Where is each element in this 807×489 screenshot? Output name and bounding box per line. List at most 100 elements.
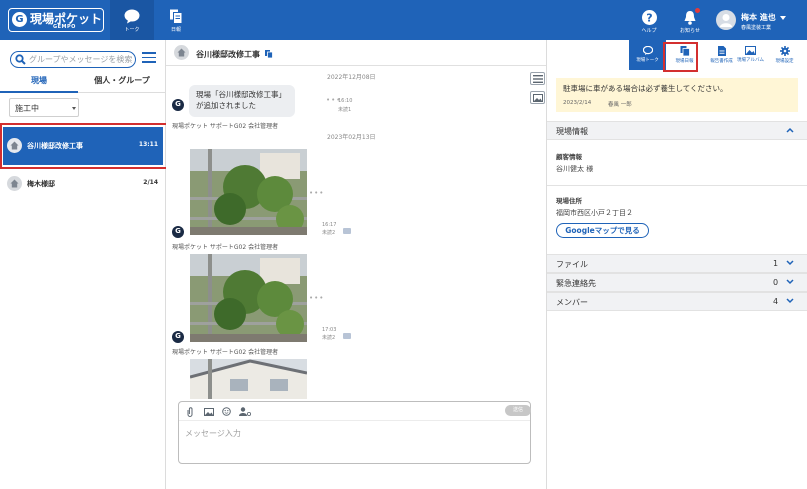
search-icon — [15, 54, 26, 65]
files-section[interactable]: ファイル 1 — [547, 254, 807, 273]
message-time: 17:03 — [322, 327, 337, 333]
emoji-icon[interactable] — [222, 407, 231, 416]
chevron-down-icon — [786, 298, 794, 304]
more-dots-icon[interactable]: ••• — [309, 294, 324, 302]
notification-badge — [695, 8, 700, 13]
room-name: 梅木様邸 — [27, 180, 55, 188]
sidebar-tabs: 現場 個人・グループ — [0, 75, 166, 93]
pinned-notice[interactable]: 駐車場に車がある場合は必ず養生してください。 2023/2/14 春風 一郎 — [556, 78, 798, 112]
section-title: 現場情報 — [556, 127, 588, 136]
chevron-down-icon — [72, 107, 76, 110]
date-divider: 2022年12月08日 — [327, 74, 376, 81]
document-icon — [717, 46, 726, 56]
svg-text:?: ? — [646, 12, 652, 25]
highlight-box-daily-report-tab — [663, 42, 698, 72]
chevron-down-icon — [786, 260, 794, 266]
tab-site-album[interactable]: 現場アルバム — [732, 40, 769, 70]
message-bubble[interactable]: 現場「谷川様邸改修工事」が追加されました — [189, 85, 295, 117]
tab-sites[interactable]: 現場 — [0, 75, 78, 93]
tab-site-settings[interactable]: 現場設定 — [766, 40, 803, 70]
user-company: 春風塗装工業 — [741, 25, 772, 31]
status-filter-select[interactable]: 施工中 — [9, 98, 79, 117]
send-button[interactable]: 送信 — [505, 405, 531, 416]
tab-personal-group[interactable]: 個人・グループ — [78, 75, 166, 93]
site-info-panel: 現場トーク 現場日報 報告書作成 現場アルバム 現場設定 駐車場に車がある場合は… — [546, 40, 807, 489]
room-sidebar: グループやメッセージを検索 現場 個人・グループ 施工中 谷川様邸改修工事 13… — [0, 40, 166, 489]
nav-daily-report-label: 日報 — [170, 27, 181, 33]
chat-bubble-icon — [124, 9, 140, 24]
tab-label: 現場アルバム — [737, 58, 764, 63]
photo-attachment[interactable] — [190, 149, 307, 235]
nav-talk-label: トーク — [124, 27, 140, 33]
photo-attachment[interactable] — [190, 254, 307, 342]
address-value: 福岡市西区小戸２丁目２ — [556, 209, 633, 217]
logo-subtitle: GEMPO — [53, 24, 76, 30]
message-composer: 送信 メッセージ入力 — [178, 401, 531, 464]
gempo-avatar-icon — [172, 226, 184, 238]
message-read-status: 未読2 — [322, 335, 336, 341]
help-label: ヘルプ — [641, 28, 657, 34]
section-count: 4 — [773, 297, 779, 306]
daily-report-icon[interactable] — [265, 50, 273, 58]
section-title: 緊急連絡先 — [556, 279, 596, 288]
mention-user-icon[interactable] — [239, 407, 251, 416]
notifications-button[interactable]: お知らせ — [676, 0, 704, 34]
chat-bubble-icon — [642, 46, 653, 55]
user-menu-caret-icon[interactable] — [780, 16, 786, 20]
house-photo-image — [190, 359, 307, 399]
chevron-down-icon — [786, 279, 794, 285]
divider — [547, 185, 807, 186]
message-input[interactable]: メッセージ入力 — [185, 428, 241, 439]
user-name[interactable]: 梅本 進也 — [741, 12, 776, 23]
message-sender: 現場ポケット サポートG02 会社管理者 — [172, 349, 279, 356]
address-label: 現場住所 — [556, 197, 582, 205]
site-info-header[interactable]: 現場情報 — [547, 121, 807, 140]
house-icon — [7, 176, 22, 191]
status-filter-value: 施工中 — [15, 104, 39, 113]
gallery-view-icon[interactable] — [530, 91, 545, 104]
user-icon — [720, 14, 732, 27]
chevron-up-icon — [786, 127, 794, 133]
notice-author: 春風 一郎 — [608, 102, 632, 108]
daily-report-icon — [170, 9, 183, 24]
tab-label: 現場設定 — [775, 59, 794, 64]
hamburger-menu-icon[interactable] — [142, 52, 156, 66]
more-dots-icon[interactable]: ••• — [309, 189, 324, 197]
paperclip-icon[interactable] — [187, 407, 193, 417]
image-icon[interactable] — [204, 408, 214, 416]
chat-title-bar: 谷川様邸改修工事 — [166, 40, 546, 66]
google-map-button[interactable]: Googleマップで見る — [556, 223, 649, 238]
message-sender: 現場ポケット サポートG02 会社管理者 — [172, 244, 279, 251]
gear-icon — [779, 46, 790, 56]
members-section[interactable]: メンバー 4 — [547, 292, 807, 311]
date-divider: 2023年02月13日 — [327, 134, 376, 141]
section-count: 0 — [773, 278, 779, 287]
message-time: 16:10 — [338, 98, 353, 104]
section-title: メンバー — [556, 298, 588, 307]
tag-icon[interactable] — [343, 333, 351, 339]
construction-photo-image — [190, 254, 307, 342]
chat-pane: 谷川様邸改修工事 2022年12月08日 現場「谷川様邸改修工事」が追加されまし… — [166, 40, 546, 489]
list-view-icon[interactable] — [530, 72, 545, 85]
composer-toolbar: 送信 — [179, 402, 531, 421]
emergency-contacts-section[interactable]: 緊急連絡先 0 — [547, 273, 807, 292]
chat-title: 谷川様邸改修工事 — [196, 50, 260, 59]
highlight-box-room — [0, 123, 169, 169]
nav-daily-report[interactable]: 日報 — [154, 0, 198, 40]
app-header: G 現場ポケット GEMPO トーク 日報 ? ヘルプ お知らせ 梅本 進也 春… — [0, 0, 807, 40]
app-logo[interactable]: G 現場ポケット GEMPO — [8, 8, 104, 32]
section-count: 1 — [773, 259, 779, 268]
search-input[interactable]: グループやメッセージを検索 — [10, 51, 136, 68]
message-read-status: 未読1 — [338, 107, 352, 113]
help-button[interactable]: ? ヘルプ — [636, 0, 662, 34]
notice-text: 駐車場に車がある場合は必ず養生してください。 — [563, 84, 728, 93]
nav-talk[interactable]: トーク — [110, 0, 154, 40]
notice-date: 2023/2/14 — [563, 100, 592, 106]
user-avatar[interactable] — [716, 10, 736, 30]
tag-icon[interactable] — [343, 228, 351, 234]
photo-attachment[interactable] — [190, 359, 307, 399]
tab-site-talk[interactable]: 現場トーク — [629, 40, 666, 70]
gempo-avatar-icon — [172, 99, 184, 111]
message-time: 16:17 — [322, 222, 337, 228]
room-item-umeki[interactable]: 梅木様邸 2/14 — [3, 165, 163, 203]
